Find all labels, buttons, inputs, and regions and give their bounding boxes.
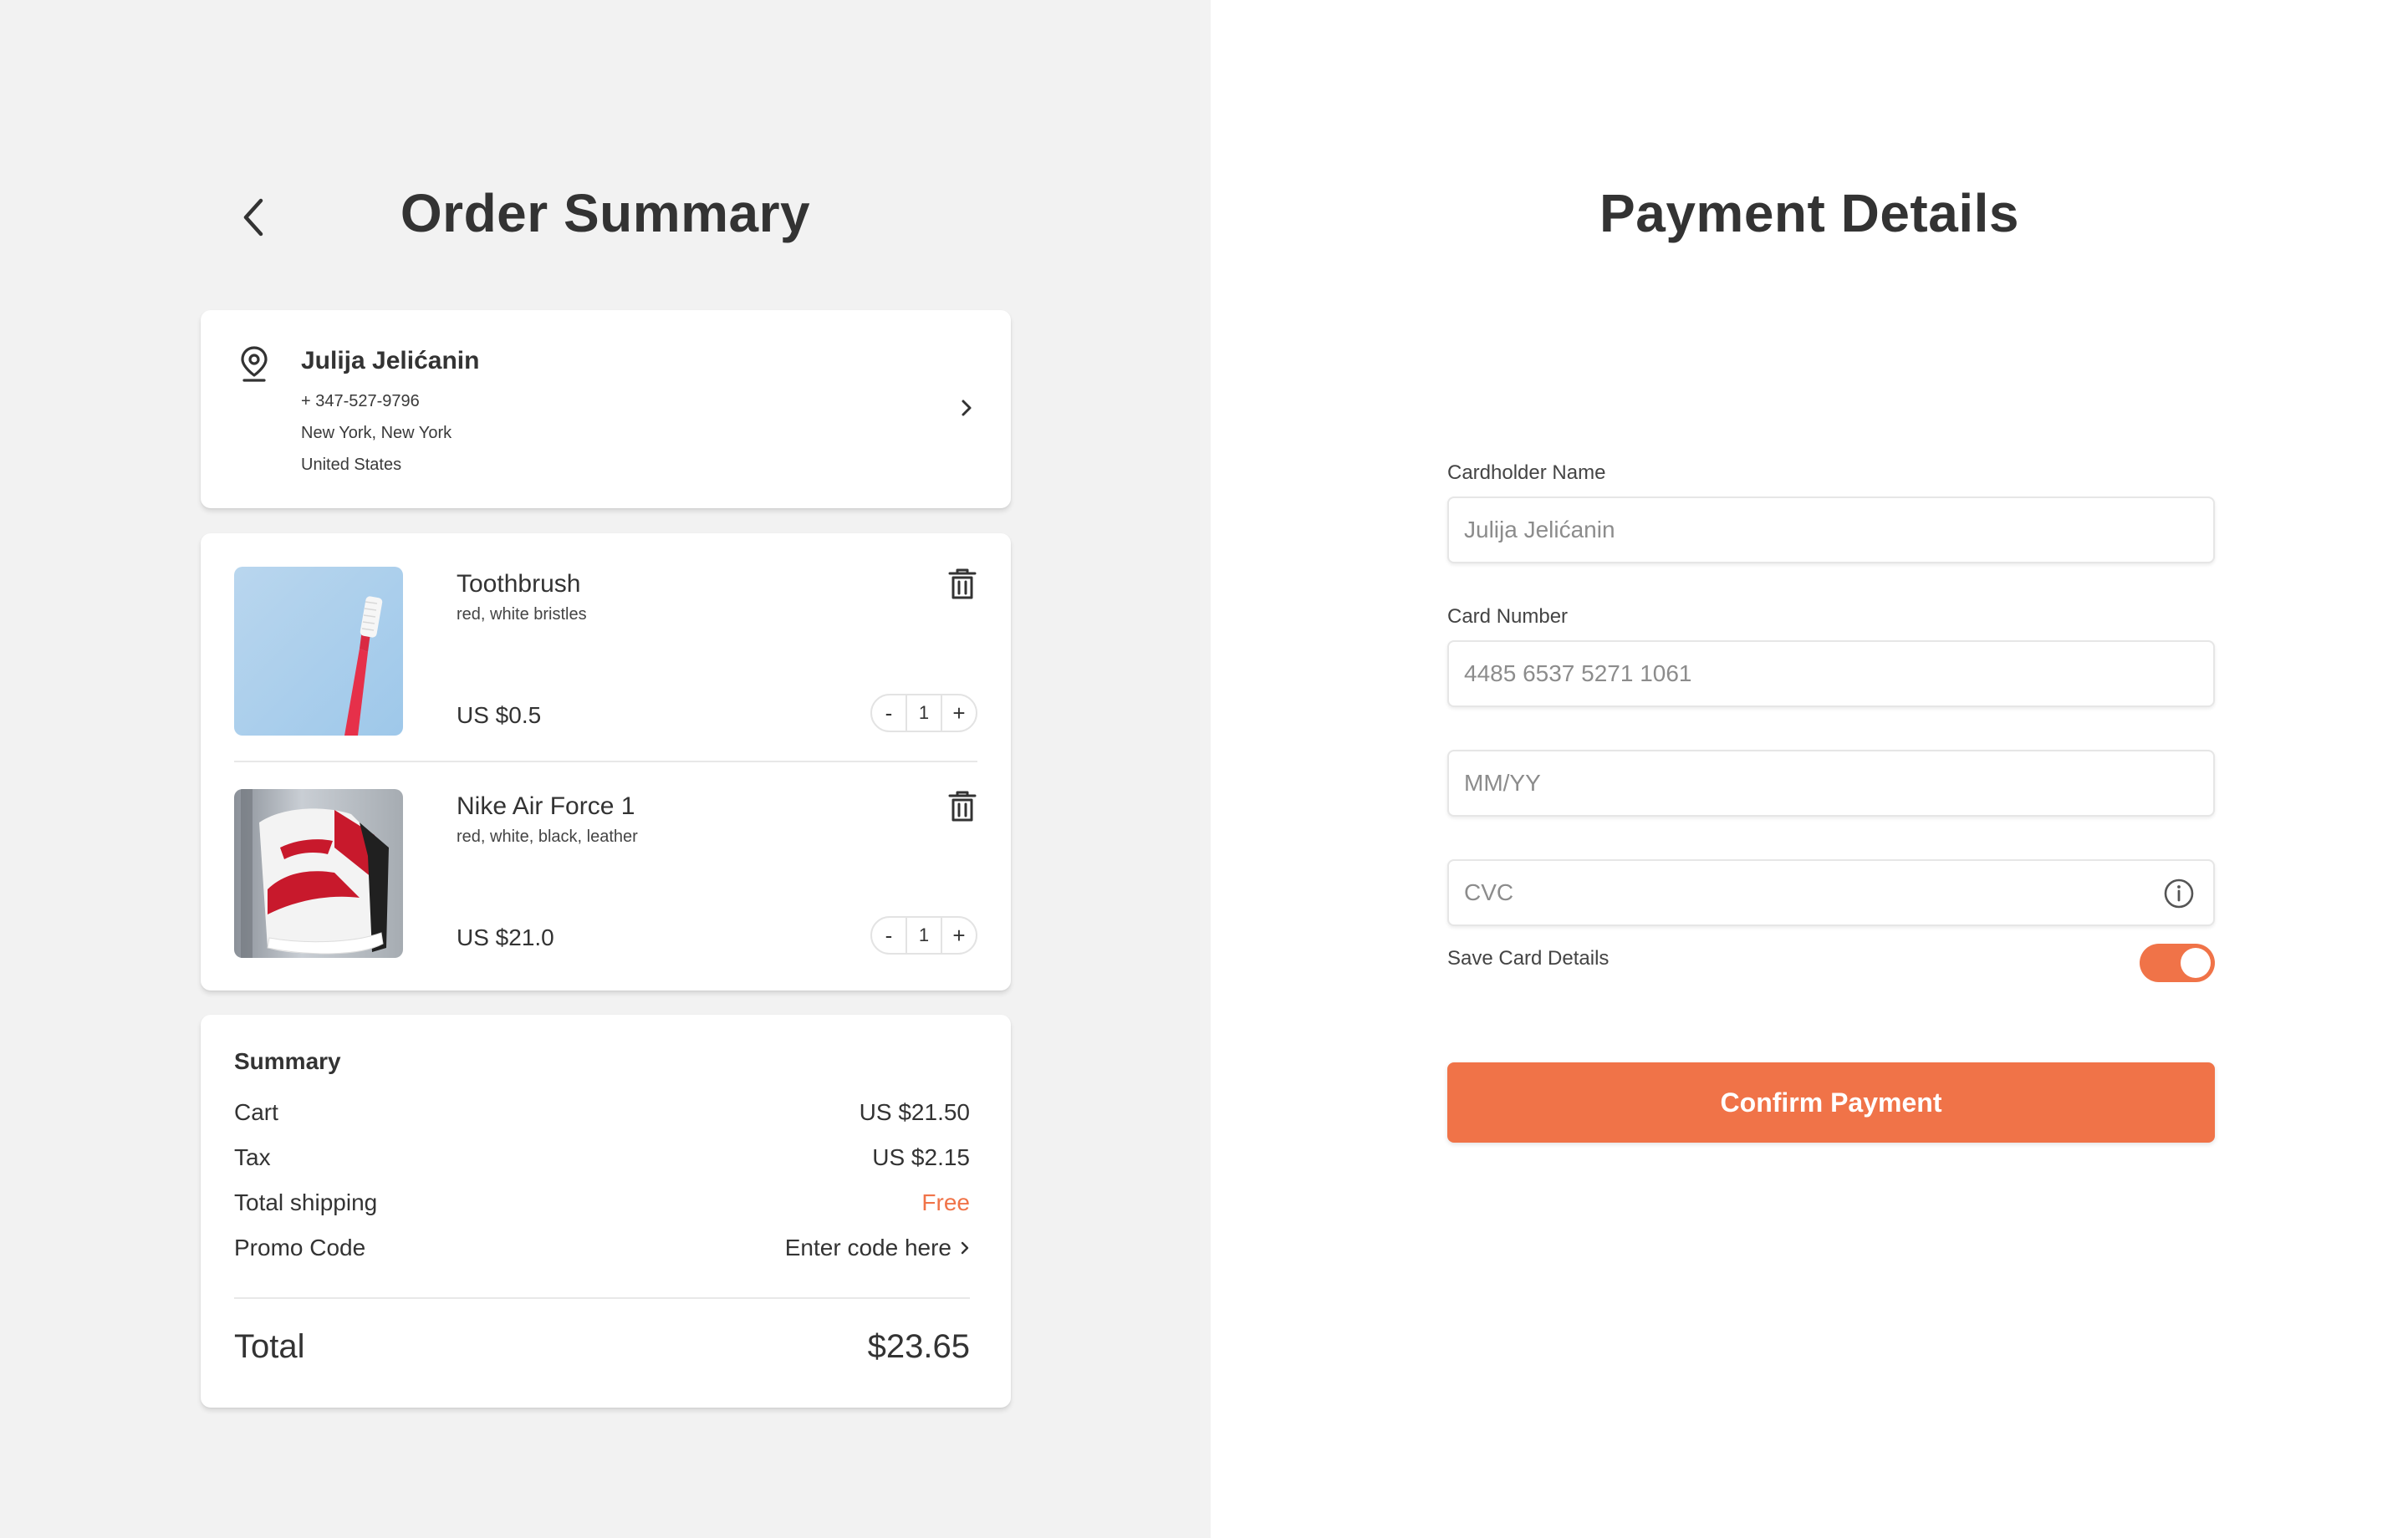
decrease-quantity-button[interactable]: - [872, 695, 906, 731]
save-card-toggle[interactable] [2140, 944, 2215, 982]
location-pin-icon [241, 346, 268, 382]
shipping-label: Total shipping [234, 1189, 378, 1215]
promo-label: Promo Code [234, 1235, 366, 1260]
payment-details-panel: Payment Details Cardholder Name Card Num… [1211, 0, 2408, 1538]
item-price: US $21.0 [457, 924, 554, 950]
confirm-payment-button[interactable]: Confirm Payment [1447, 1062, 2215, 1143]
page-title: Payment Details [1599, 183, 2019, 243]
cvc-field [1447, 859, 2215, 926]
tax-value: US $2.15 [872, 1144, 970, 1170]
total-row: Total $23.65 [234, 1328, 970, 1366]
quantity-value: 1 [906, 918, 942, 953]
item-description: red, white, black, leather [457, 828, 638, 846]
promo-value: Enter code here [784, 1235, 951, 1260]
cart-item: Toothbrush red, white bristles US $0.5 -… [234, 567, 977, 746]
summary-row-shipping: Total shipping Free [234, 1189, 970, 1216]
card-number-label: Card Number [1447, 605, 1569, 628]
toothbrush-image [234, 567, 403, 736]
recipient-country: United States [301, 456, 402, 474]
trash-icon[interactable] [947, 567, 977, 600]
toggle-knob [2181, 948, 2211, 978]
expiry-input[interactable] [1449, 751, 2213, 815]
info-icon[interactable] [2163, 878, 2195, 909]
quantity-value: 1 [906, 695, 942, 731]
decrease-quantity-button[interactable]: - [872, 918, 906, 953]
item-description: red, white bristles [457, 605, 587, 624]
cardholder-name-label: Cardholder Name [1447, 461, 1606, 484]
item-divider [234, 761, 977, 762]
card-number-input[interactable] [1449, 642, 2213, 705]
summary-row-promo: Promo Code Enter code here [234, 1235, 970, 1261]
cardholder-name-field [1447, 497, 2215, 563]
recipient-phone: + 347-527-9796 [301, 392, 420, 410]
item-name: Nike Air Force 1 [457, 792, 635, 820]
page-title: Order Summary [400, 183, 811, 243]
quantity-stepper: - 1 + [870, 694, 977, 732]
cart-label: Cart [234, 1099, 278, 1125]
total-value: $23.65 [867, 1328, 970, 1365]
order-summary-panel: Order Summary Julija Jelićanin + 347-527… [0, 0, 1211, 1538]
expiry-field [1447, 750, 2215, 817]
chevron-right-icon [962, 400, 972, 416]
tax-label: Tax [234, 1144, 271, 1170]
summary-card: Summary Cart US $21.50 Tax US $2.15 Tota… [201, 1015, 1011, 1408]
shipping-value: Free [921, 1189, 970, 1215]
cardholder-name-input[interactable] [1449, 498, 2213, 562]
card-number-field [1447, 640, 2215, 707]
item-price: US $0.5 [457, 702, 542, 728]
quantity-stepper: - 1 + [870, 916, 977, 955]
promo-code-link[interactable]: Enter code here [785, 1235, 970, 1261]
trash-icon[interactable] [947, 789, 977, 822]
recipient-city: New York, New York [301, 424, 452, 442]
cart-items-card: Toothbrush red, white bristles US $0.5 -… [201, 533, 1011, 991]
cart-item: Nike Air Force 1 red, white, black, leat… [234, 789, 977, 969]
cart-value: US $21.50 [859, 1099, 970, 1125]
summary-row-tax: Tax US $2.15 [234, 1144, 970, 1171]
total-label: Total [234, 1328, 305, 1365]
increase-quantity-button[interactable]: + [942, 918, 976, 953]
save-card-label: Save Card Details [1447, 947, 1610, 970]
summary-divider [234, 1297, 970, 1299]
increase-quantity-button[interactable]: + [942, 695, 976, 731]
shipping-address-card[interactable]: Julija Jelićanin + 347-527-9796 New York… [201, 310, 1011, 508]
summary-heading: Summary [234, 1048, 341, 1074]
sneaker-image [234, 789, 403, 958]
cvc-input[interactable] [1449, 861, 2213, 924]
recipient-name: Julija Jelićanin [301, 347, 480, 374]
summary-row-cart: Cart US $21.50 [234, 1099, 970, 1126]
item-name: Toothbrush [457, 570, 581, 598]
chevron-right-icon [961, 1241, 969, 1255]
